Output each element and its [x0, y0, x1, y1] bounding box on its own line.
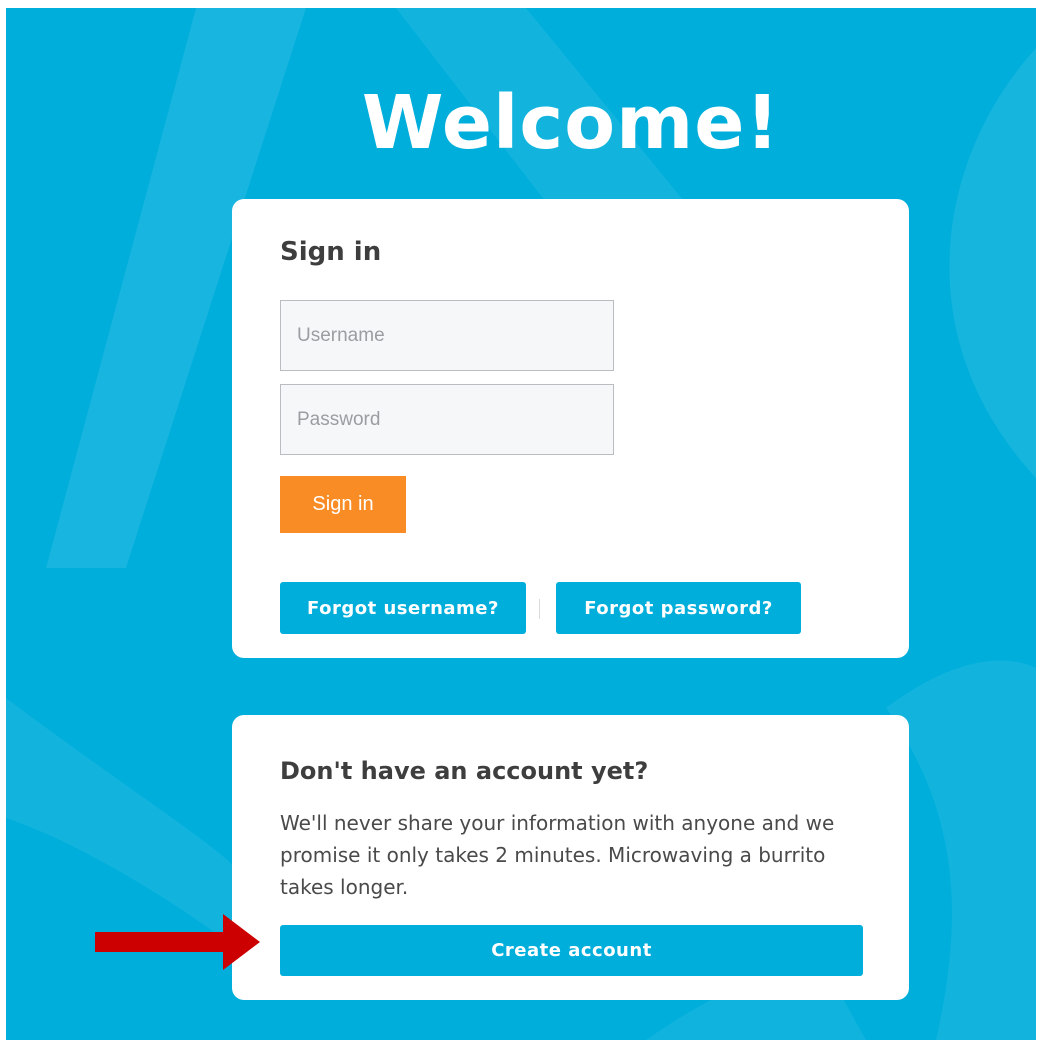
signup-heading: Don't have an account yet? — [280, 757, 649, 785]
signup-description: We'll never share your information with … — [280, 811, 835, 899]
signup-card: Don't have an account yet? We'll never s… — [232, 715, 909, 1000]
signin-button[interactable]: Sign in — [280, 476, 406, 533]
create-account-button[interactable]: Create account — [280, 925, 863, 976]
forgot-username-button[interactable]: Forgot username? — [280, 582, 526, 634]
page-title: Welcome! — [361, 80, 781, 166]
forgot-password-button[interactable]: Forgot password? — [556, 582, 801, 634]
right-arrow-icon — [95, 914, 260, 970]
password-input[interactable] — [280, 384, 614, 455]
page-background: Welcome! Sign in Sign in Forgot username… — [6, 8, 1036, 1040]
separator — [539, 599, 540, 619]
signin-card: Sign in Sign in Forgot username? Forgot … — [232, 199, 909, 658]
signin-heading: Sign in — [280, 237, 382, 267]
username-input[interactable] — [280, 300, 614, 371]
